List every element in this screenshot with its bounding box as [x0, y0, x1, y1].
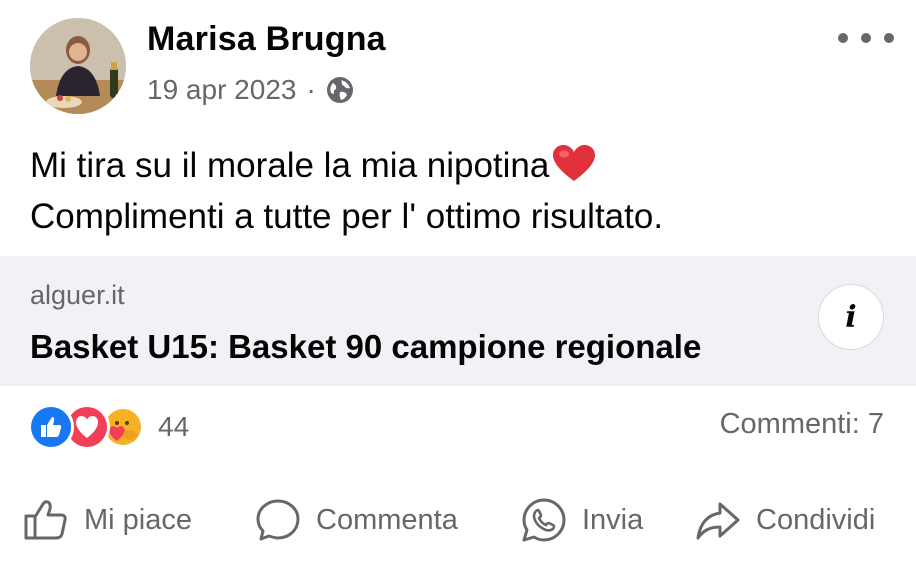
meta-separator: · — [306, 74, 316, 105]
avatar-photo — [30, 18, 126, 114]
post-text-line-2: Complimenti a tutte per l' ottimo risult… — [30, 197, 664, 236]
info-icon: i — [845, 299, 857, 335]
post-text-line-1-content: Mi tira su il morale la mia nipotina — [30, 146, 550, 185]
globe-icon[interactable] — [326, 76, 354, 104]
comments-count[interactable]: Commenti: 7 — [720, 408, 884, 441]
reaction-count: 44 — [158, 411, 190, 442]
send-label: Invia — [582, 503, 644, 536]
comment-bubble-icon — [256, 499, 300, 541]
red-heart-emoji-icon — [551, 143, 597, 183]
author-name[interactable]: Marisa Brugna — [147, 20, 386, 59]
comment-label: Commenta — [316, 503, 458, 536]
more-options-icon[interactable] — [838, 20, 894, 56]
send-button[interactable]: Invia — [520, 490, 643, 550]
link-domain: alguer.it — [30, 280, 125, 310]
post-date[interactable]: 19 apr 2023 — [147, 74, 296, 106]
reactions-summary[interactable]: 44 — [28, 404, 189, 450]
link-title[interactable]: Basket U15: Basket 90 campione regionale — [30, 328, 701, 366]
whatsapp-icon — [522, 498, 566, 542]
like-button[interactable]: Mi piace — [22, 490, 192, 550]
avatar[interactable] — [30, 18, 126, 114]
thumbs-up-icon — [24, 500, 67, 540]
info-button[interactable]: i — [818, 284, 884, 350]
like-icon — [28, 404, 74, 450]
post-meta: 19 apr 2023 · — [147, 72, 354, 108]
like-label: Mi piace — [84, 503, 192, 536]
post-text: Mi tira su il morale la mia nipotina Com… — [30, 140, 890, 242]
facebook-post: Marisa Brugna 19 apr 2023 · Mi tira su i… — [0, 0, 916, 568]
link-preview-card[interactable]: alguer.it Basket U15: Basket 90 campione… — [0, 256, 916, 386]
share-arrow-icon — [696, 502, 740, 540]
share-label: Condividi — [756, 503, 876, 536]
action-bar: Mi piace Commenta Invia Condividi — [0, 490, 916, 550]
post-text-line-1: Mi tira su il morale la mia nipotina — [30, 140, 890, 191]
comment-button[interactable]: Commenta — [254, 490, 458, 550]
share-button[interactable]: Condividi — [694, 490, 875, 550]
